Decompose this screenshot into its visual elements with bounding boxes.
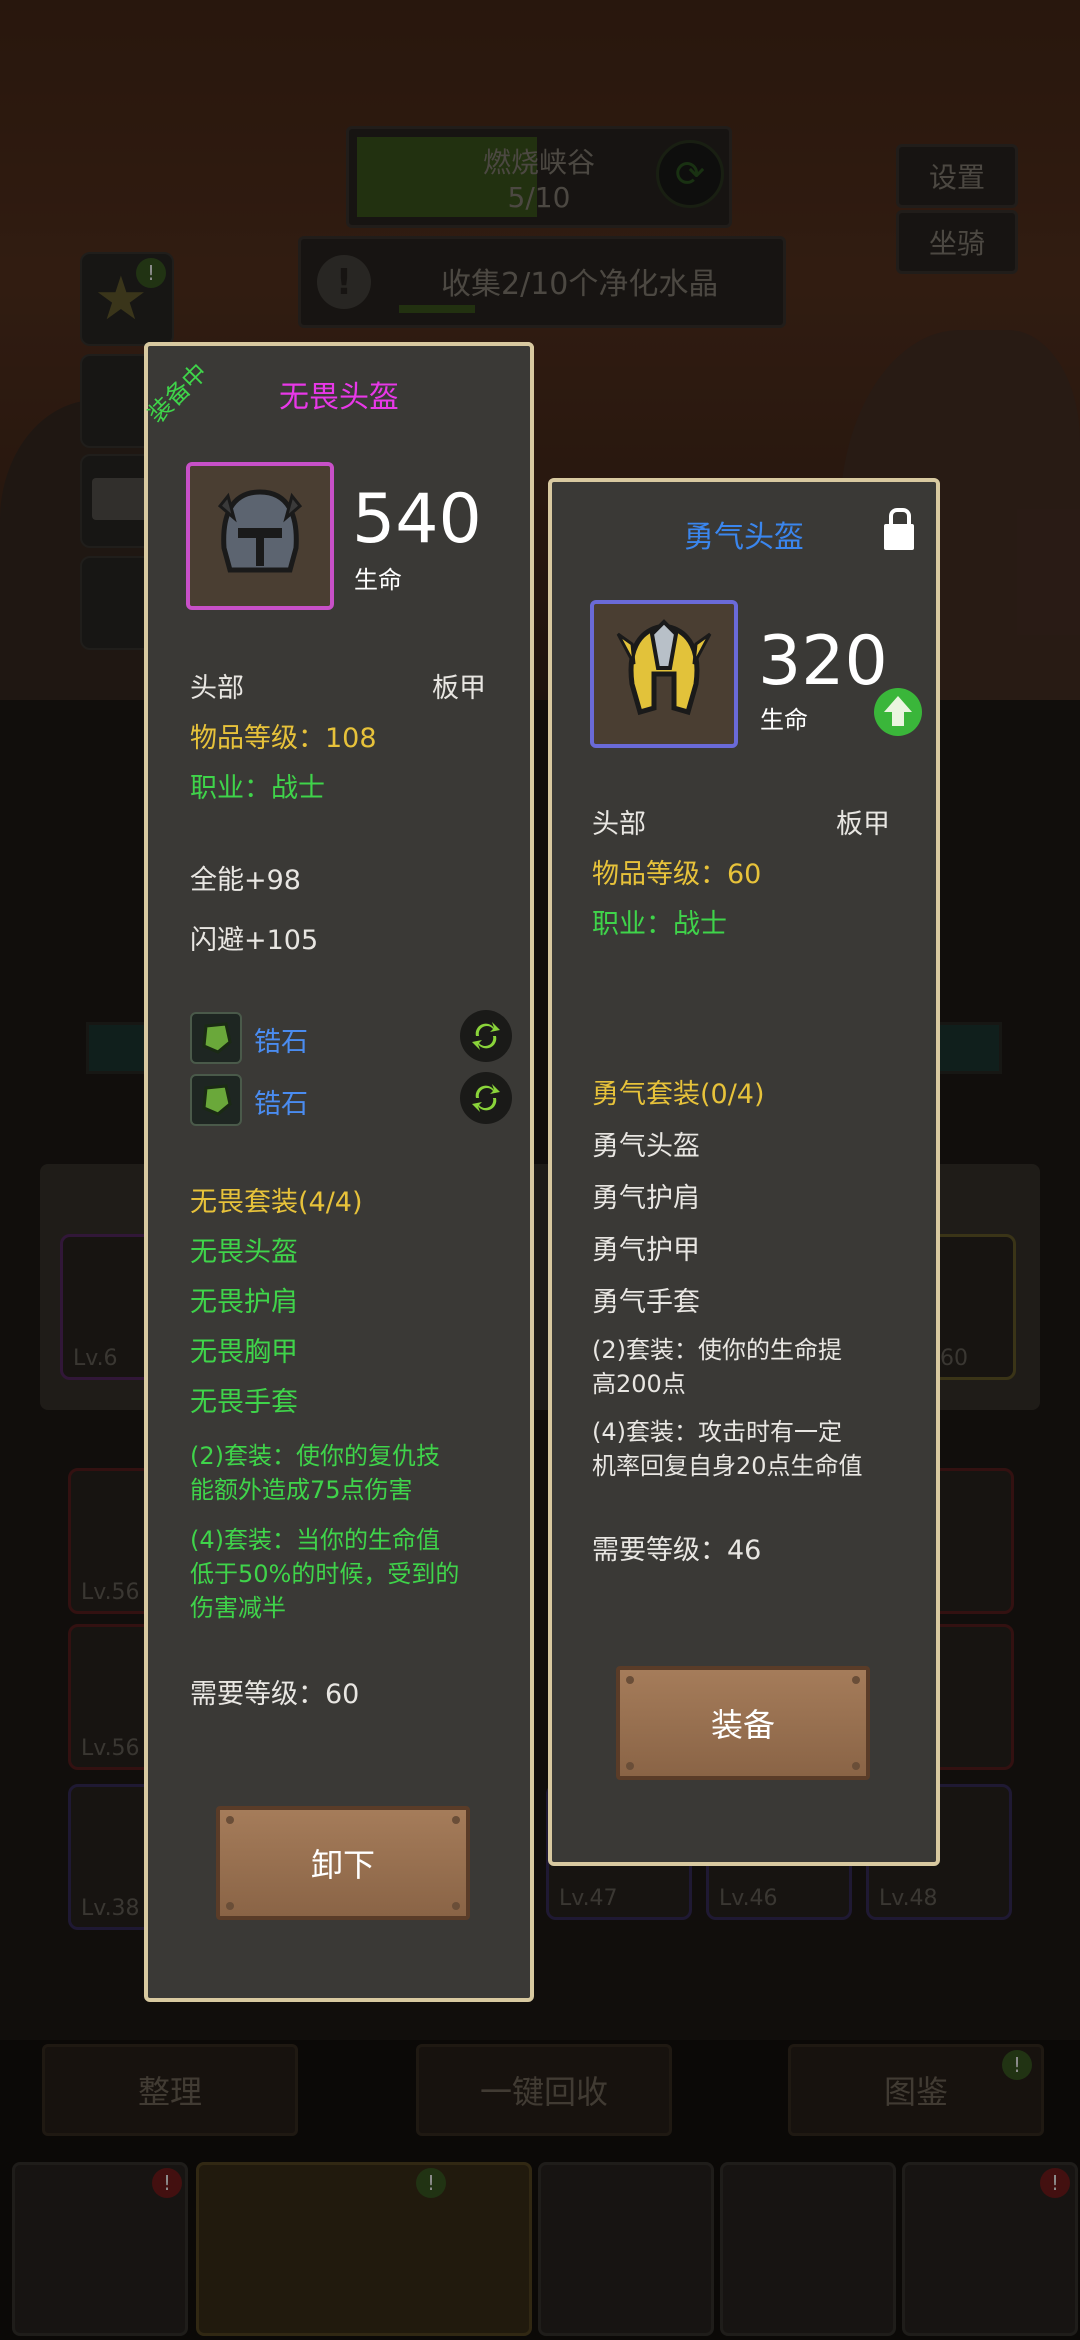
item-title: 勇气头盔 [684, 520, 804, 555]
nail [852, 1676, 860, 1684]
equip-button[interactable]: 装备 [616, 1666, 870, 1780]
lock-icon[interactable] [884, 508, 914, 552]
nail [452, 1816, 460, 1824]
item-icon-frame [186, 462, 334, 610]
required-level: 需要等级：60 [190, 1679, 360, 1710]
gem-slot [190, 1012, 242, 1064]
nail [852, 1762, 860, 1770]
item-stat-label: 生命 [354, 566, 402, 594]
set-piece: 勇气护肩 [592, 1183, 700, 1214]
set-piece: 勇气手套 [592, 1287, 700, 1318]
item-class: 职业：战士 [190, 773, 325, 804]
gem-icon [202, 1084, 232, 1116]
set-piece: 勇气护甲 [592, 1235, 700, 1266]
set-piece: 无畏胸甲 [190, 1337, 298, 1368]
nail [626, 1762, 634, 1770]
arrow-up-icon [884, 696, 912, 726]
item-stat-label: 生命 [760, 706, 808, 734]
equip-label: 装备 [710, 1706, 775, 1744]
set-bonus-4: 低于50%的时候，受到的 [190, 1560, 460, 1588]
helmet-icon [616, 619, 712, 716]
item-bonus: 全能+98 [190, 865, 301, 896]
item-stat-value: 320 [758, 622, 888, 701]
upgrade-arrow-icon [874, 688, 922, 736]
helmet-icon [217, 489, 303, 573]
set-bonus-4: (4)套装：攻击时有一定 [592, 1418, 842, 1446]
lock-body [884, 524, 914, 550]
set-title: 勇气套装(0/4) [592, 1079, 765, 1110]
required-level: 需要等级：46 [592, 1535, 762, 1566]
set-bonus-4: (4)套装：当你的生命值 [190, 1526, 440, 1554]
set-bonus-2: 能额外造成75点伤害 [190, 1476, 413, 1504]
item-bonus: 闪避+105 [190, 925, 319, 956]
item-level: 物品等级：108 [190, 723, 377, 754]
item-slot: 头部 [190, 673, 244, 704]
item-slot: 头部 [592, 809, 646, 840]
nail [626, 1676, 634, 1684]
item-armor-type: 板甲 [432, 673, 486, 704]
set-bonus-2: (2)套装：使你的生命提 [592, 1336, 842, 1364]
set-piece: 无畏护肩 [190, 1287, 298, 1318]
gem-name: 锆石 [254, 1027, 308, 1058]
set-bonus-4: 伤害减半 [190, 1594, 286, 1622]
swap-icon [472, 1084, 500, 1112]
item-class: 职业：战士 [592, 909, 727, 940]
item-icon-frame [590, 600, 738, 748]
item-stat-value: 540 [352, 480, 482, 559]
set-piece: 无畏头盔 [190, 1237, 298, 1268]
gem-name: 锆石 [254, 1089, 308, 1120]
equipped-item-panel: 装备中 无畏头盔 540 生命 头部 板甲 物品等级：108 职业：战士 全能+… [142, 342, 534, 2002]
gem-slot [190, 1074, 242, 1126]
item-title: 无畏头盔 [279, 380, 399, 415]
gem-swap-button[interactable] [460, 1010, 512, 1062]
nail [452, 1902, 460, 1910]
gem-swap-button[interactable] [460, 1072, 512, 1124]
set-bonus-4: 机率回复自身20点生命值 [592, 1452, 863, 1480]
set-piece: 勇气头盔 [592, 1131, 700, 1162]
item-level: 物品等级：60 [592, 859, 762, 890]
nail [226, 1816, 234, 1824]
compare-item-panel: 勇气头盔 320 生命 头部 板甲 物品等级：60 职业：战士 勇气套装(0/4… [548, 478, 940, 1866]
swap-icon [472, 1022, 500, 1050]
gem-icon [202, 1022, 232, 1054]
nail [226, 1902, 234, 1910]
unequip-button[interactable]: 卸下 [216, 1806, 470, 1920]
set-title: 无畏套装(4/4) [190, 1187, 363, 1218]
unequip-label: 卸下 [310, 1846, 375, 1884]
set-bonus-2: (2)套装：使你的复仇技 [190, 1442, 440, 1470]
item-armor-type: 板甲 [836, 809, 890, 840]
set-piece: 无畏手套 [190, 1387, 298, 1418]
set-bonus-2: 高200点 [592, 1370, 686, 1398]
